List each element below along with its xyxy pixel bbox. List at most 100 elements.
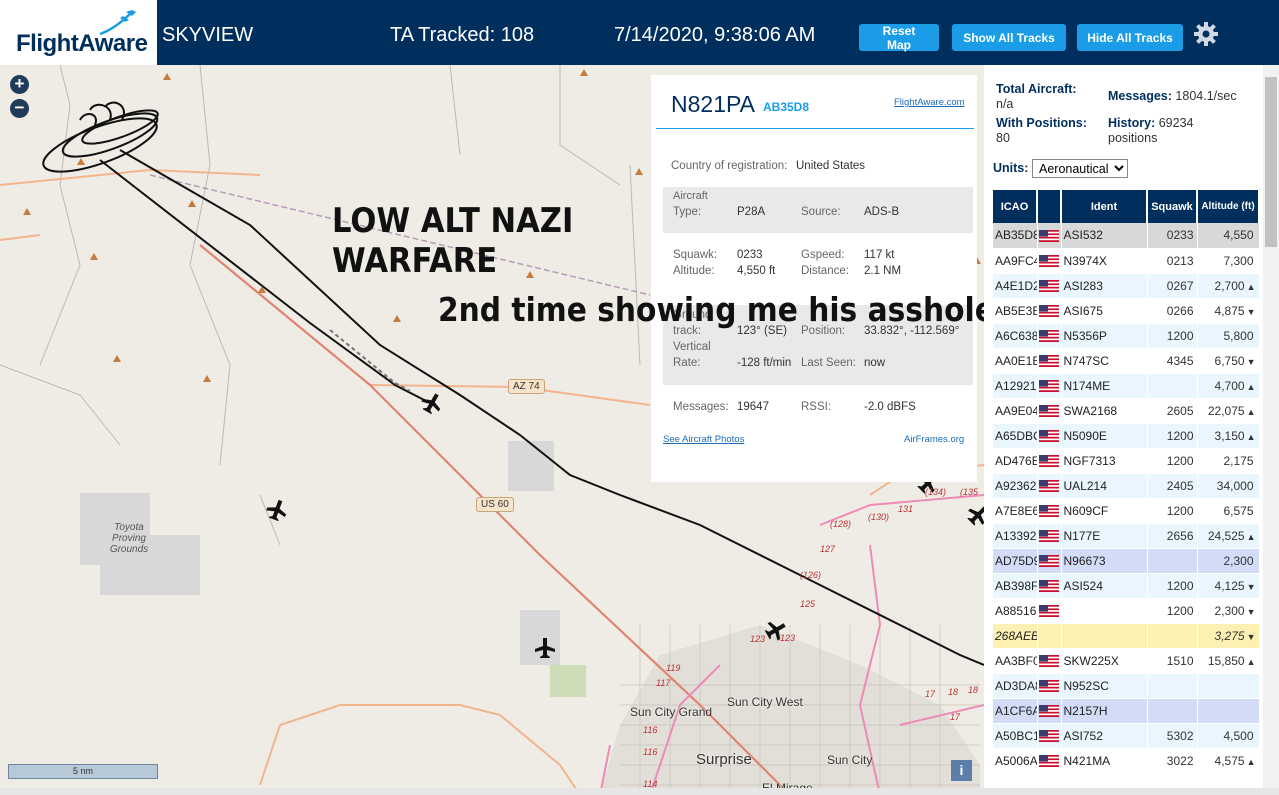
cell-icao: AB5E3E: [993, 298, 1038, 324]
us-flag-icon: [1039, 555, 1059, 568]
table-row[interactable]: A7E8E6 N609CF 1200 6,575: [993, 498, 1260, 524]
us60-shield: US 60: [476, 497, 514, 512]
popup-registration: N821PA: [671, 91, 755, 117]
cell-squawk: 1200: [1147, 448, 1198, 474]
table-row[interactable]: AA9FC4 N3974X 0213 7,300: [993, 248, 1260, 274]
zoom-in-button[interactable]: +: [10, 75, 29, 94]
info-button[interactable]: i: [951, 760, 972, 781]
cell-icao: A65DBC: [993, 423, 1038, 449]
sun-city-grand-label: Sun City Grand: [630, 705, 713, 719]
table-row[interactable]: AA3BF0 SKW225X 1510 15,850 ▲: [993, 648, 1260, 674]
table-row[interactable]: AA9E04 SWA2168 2605 22,075 ▲: [993, 398, 1260, 424]
cell-squawk: 3022: [1147, 748, 1198, 774]
gear-icon[interactable]: [1193, 21, 1219, 47]
cell-squawk: [1147, 698, 1198, 724]
cell-squawk: 0213: [1147, 248, 1198, 274]
altitude-text: 24,525: [1207, 528, 1245, 543]
show-all-tracks-button[interactable]: Show All Tracks: [952, 24, 1066, 51]
cell-ident: ASI675: [1061, 298, 1148, 324]
messages-value: 19647: [737, 401, 769, 413]
country-value: United States: [796, 160, 866, 172]
table-row[interactable]: A92362 UAL214 2405 34,000: [993, 473, 1260, 499]
cell-ident: ASI532: [1061, 223, 1148, 249]
table-row[interactable]: AB35D8 ASI532 0233 4,550: [993, 223, 1260, 249]
cell-icao: A88516: [993, 598, 1038, 624]
altitude-text: 2,175: [1223, 453, 1254, 468]
us-flag-icon: [1039, 755, 1059, 768]
with-positions-label: With Positions:: [996, 116, 1087, 130]
cell-squawk: 1510: [1147, 648, 1198, 674]
zoom-out-button[interactable]: −: [10, 99, 29, 118]
vertical-trend-icon: ▲: [1246, 281, 1256, 292]
table-row[interactable]: AB398F ASI524 1200 4,125 ▼: [993, 573, 1260, 599]
table-row[interactable]: AD75D9 N96673 2,300: [993, 548, 1260, 574]
cell-ident: NGF7313: [1061, 448, 1148, 474]
rssi-label: RSSI:: [801, 401, 832, 413]
cell-altitude: [1197, 673, 1260, 699]
svg-text:(126): (126): [800, 570, 821, 580]
header-bar: FlightAware SKYVIEW TA Tracked: 108 7/14…: [0, 0, 1279, 65]
svg-text:125: 125: [800, 599, 816, 609]
altitude-text: 3,150: [1214, 428, 1245, 443]
table-row[interactable]: A12921 N174ME 4,700 ▲: [993, 373, 1260, 399]
altitude-text: 4,575: [1214, 753, 1245, 768]
us-flag-icon: [1039, 580, 1059, 593]
gspeed-value: 117 kt: [864, 249, 895, 261]
svg-text:17: 17: [950, 712, 961, 722]
svg-text:119: 119: [666, 663, 680, 673]
scrollbar-thumb[interactable]: [1265, 77, 1277, 247]
us-flag-icon: [1039, 430, 1059, 443]
annotation-text-1: LOW ALT NAZI WARFARE: [332, 201, 574, 281]
col-altitude[interactable]: Altitude (ft): [1197, 190, 1260, 223]
hide-all-tracks-button[interactable]: Hide All Tracks: [1077, 24, 1183, 51]
table-row[interactable]: A88516 1200 2,300 ▼: [993, 598, 1260, 624]
type-label: Type:: [673, 206, 702, 218]
table-row[interactable]: AD3DA8 N952SC: [993, 673, 1260, 699]
airframes-link[interactable]: AirFrames.org: [904, 434, 964, 445]
cell-squawk: [1147, 623, 1198, 649]
bottom-scrollbar[interactable]: [0, 788, 1279, 795]
altitude-text: 4,700: [1214, 378, 1245, 393]
svg-text:18: 18: [968, 685, 978, 695]
messages-rate-value: 1804.1/sec: [1175, 89, 1237, 103]
airplane-logo-icon: [99, 10, 136, 36]
table-row[interactable]: 268AEB 3,275 ▼: [993, 623, 1260, 649]
table-row[interactable]: AA0E1E N747SC 4345 6,750 ▼: [993, 348, 1260, 374]
logo[interactable]: FlightAware: [0, 0, 157, 65]
table-row[interactable]: A13392 N177E 2656 24,525 ▲: [993, 523, 1260, 549]
reset-map-button[interactable]: Reset Map: [859, 24, 939, 52]
cell-icao: A92362: [993, 473, 1038, 499]
cell-ident: ASI752: [1061, 723, 1148, 749]
col-ident[interactable]: Ident: [1061, 190, 1148, 223]
cell-ident: ASI283: [1061, 273, 1148, 299]
cell-icao: A1CF6A: [993, 698, 1038, 724]
altitude-text: 6,575: [1223, 503, 1254, 518]
cell-icao: AA9E04: [993, 398, 1038, 424]
road-num: (128): [830, 519, 851, 529]
table-row[interactable]: A5006A N421MA 3022 4,575 ▲: [993, 748, 1260, 774]
table-row[interactable]: A50BC1 ASI752 5302 4,500: [993, 723, 1260, 749]
cell-altitude: 2,300: [1197, 548, 1260, 574]
lastseen-label: Last Seen:: [801, 357, 856, 369]
total-aircraft-value: n/a: [996, 97, 1014, 111]
us-flag-icon: [1039, 355, 1059, 368]
units-select[interactable]: Aeronautical: [1032, 159, 1128, 178]
aircraft-photos-link[interactable]: See Aircraft Photos: [663, 434, 744, 445]
cell-ident: N177E: [1061, 523, 1148, 549]
table-row[interactable]: A6C638 N5356P 1200 5,800: [993, 323, 1260, 349]
table-row[interactable]: AB5E3E ASI675 0266 4,875 ▼: [993, 298, 1260, 324]
table-row[interactable]: A65DBCN5090E12003,150▲: [993, 423, 1260, 449]
col-squawk[interactable]: Squawk: [1147, 190, 1198, 223]
flightaware-link[interactable]: FlightAware.com: [894, 97, 965, 108]
cell-ident: SWA2168: [1061, 398, 1148, 424]
altitude-text: 6,750: [1214, 353, 1245, 368]
table-row[interactable]: A1CF6A N2157H: [993, 698, 1260, 724]
vertical-trend-icon: ▼: [1246, 606, 1256, 617]
cell-altitude: 6,575: [1197, 498, 1260, 524]
table-body: AB35D8 ASI532 0233 4,550 AA9FC4 N3974X 0213 7,3…: [993, 223, 1260, 774]
col-icao[interactable]: ICAO: [993, 190, 1038, 223]
table-row[interactable]: A4E1D2 ASI283 0267 2,700 ▲: [993, 273, 1260, 299]
us-flag-icon: [1039, 605, 1059, 618]
table-row[interactable]: AD476E NGF7313 1200 2,175: [993, 448, 1260, 474]
vertical-trend-icon: ▲: [1246, 531, 1256, 542]
